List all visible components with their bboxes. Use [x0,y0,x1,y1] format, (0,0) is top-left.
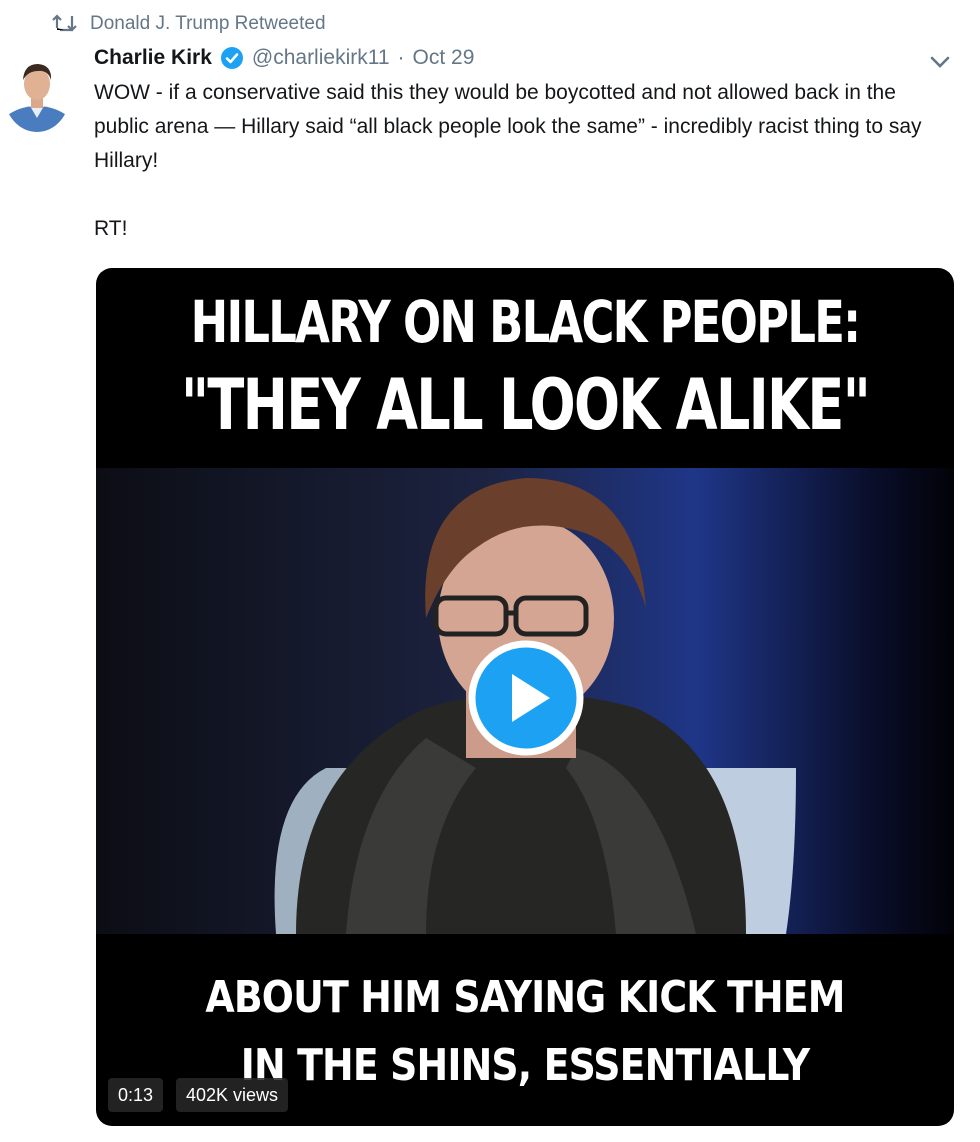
tweet-date[interactable]: Oct 29 [413,46,475,70]
separator-dot: · [397,46,405,69]
avatar[interactable] [4,56,70,132]
author-handle[interactable]: @charliekirk11 [252,46,390,70]
tweet-body: WOW - if a conservative said this they w… [94,81,922,172]
video-caption-top: HILLARY ON BLACK PEOPLE: "THEY ALL LOOK … [96,282,954,448]
caption-top-line2: "THEY ALL LOOK ALIKE" [180,364,871,446]
tweet-rt: RT! [94,217,128,240]
tweet-text: WOW - if a conservative said this they w… [94,76,934,246]
retweeted-by-label[interactable]: Donald J. Trump Retweeted [90,13,326,35]
video-player[interactable]: HILLARY ON BLACK PEOPLE: "THEY ALL LOOK … [96,268,954,1126]
retweet-icon [52,14,77,32]
author-name[interactable]: Charlie Kirk [94,46,212,70]
chevron-down-icon[interactable] [926,52,954,72]
video-duration: 0:13 [108,1078,164,1112]
caption-bottom-line1: ABOUT HIM SAYING KICK THEM [205,972,845,1023]
play-icon[interactable] [468,640,584,756]
retweet-context[interactable]: Donald J. Trump Retweeted [52,12,326,36]
verified-badge-icon [220,47,243,69]
video-views: 402K views [176,1078,289,1112]
caption-top-line1: HILLARY ON BLACK PEOPLE: [190,288,861,356]
